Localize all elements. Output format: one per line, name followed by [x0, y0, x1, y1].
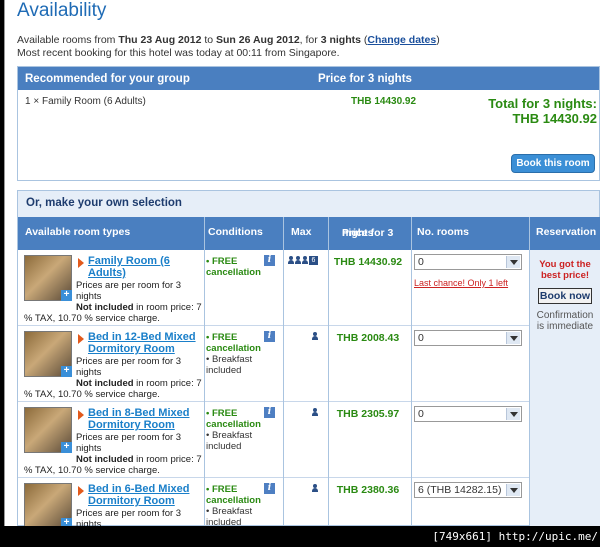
chevron-down-icon — [506, 484, 520, 496]
room-table-header: Available room types Conditions Max Pric… — [18, 217, 600, 250]
max-count-badge: 6 — [309, 256, 318, 265]
chevron-down-icon — [506, 332, 520, 344]
room-price: THB 2305.97 — [336, 408, 400, 420]
room-desc: Prices are per room for 3 nights — [76, 508, 182, 526]
enlarge-icon: + — [61, 290, 72, 301]
person-icon — [312, 408, 318, 416]
expand-arrow-icon[interactable] — [78, 486, 84, 496]
recommended-room: 1 × Family Room (6 Adults) — [25, 96, 146, 107]
enlarge-icon: + — [61, 518, 72, 526]
table-row: + Bed in 6-Bed Mixed Dormitory Room Price… — [18, 478, 600, 526]
room-desc: Prices are per room for 3 nights Not inclu… — [76, 432, 202, 465]
last-chance-note: Last chance! Only 1 left — [414, 278, 509, 288]
header-reservation: Reservation — [536, 226, 597, 238]
nights-count: 3 nights — [320, 34, 361, 46]
room-count-select[interactable]: 0 — [414, 254, 522, 270]
room-desc-tax: % TAX, 10.70 % service charge. — [24, 389, 160, 400]
room-count-select[interactable]: 0 — [414, 406, 522, 422]
room-name-link[interactable]: Family Room (6 Adults) — [88, 255, 198, 279]
column-divider — [529, 217, 530, 526]
reservation-column: You got the best price! Book now Confirma… — [529, 250, 600, 526]
expand-arrow-icon[interactable] — [78, 410, 84, 420]
table-row: + Bed in 12-Bed Mixed Dormitory Room Pric… — [18, 326, 600, 402]
room-count-select[interactable]: 0 — [414, 330, 522, 346]
book-now-button[interactable]: Book now — [538, 288, 592, 304]
recommended-row: 1 × Family Room (6 Adults) THB 14430.92 … — [18, 90, 599, 180]
table-row: + Family Room (6 Adults) Prices are per r… — [18, 250, 600, 326]
room-photo[interactable]: + — [24, 331, 72, 377]
recommended-total: Total for 3 nights: THB 14430.92 — [488, 96, 597, 126]
watermark: [749x661] http://upic.me/ — [432, 530, 598, 543]
max-occupancy: 6 — [288, 256, 318, 266]
person-icon — [312, 484, 318, 492]
browser-content: Availability Available rooms from Thu 23… — [4, 0, 600, 526]
from-date: Thu 23 Aug 2012 — [118, 34, 202, 46]
column-divider — [204, 217, 205, 526]
info-icon[interactable]: i — [264, 407, 275, 418]
best-price-note: You got the best price! — [539, 259, 591, 281]
person-icon — [302, 256, 308, 264]
max-occupancy — [312, 332, 319, 342]
to-date: Sun 26 Aug 2012 — [216, 34, 300, 46]
room-rows: + Family Room (6 Adults) Prices are per r… — [18, 250, 600, 526]
max-occupancy — [312, 484, 319, 494]
person-icon — [312, 332, 318, 340]
recommended-header-label: Recommended for your group — [25, 73, 190, 85]
room-price: THB 2008.43 — [336, 332, 400, 344]
chevron-down-icon — [506, 256, 520, 268]
room-name-link[interactable]: Bed in 8-Bed Mixed Dormitory Room — [88, 407, 198, 431]
room-name-link[interactable]: Bed in 12-Bed Mixed Dormitory Room — [88, 331, 198, 355]
availability-info: Available rooms from Thu 23 Aug 2012 to … — [17, 34, 440, 59]
expand-arrow-icon[interactable] — [78, 334, 84, 344]
room-desc: Prices are per room for 3 nights Not inclu… — [76, 356, 202, 389]
info-icon[interactable]: i — [264, 331, 275, 342]
chevron-down-icon — [506, 408, 520, 420]
header-max: Max — [291, 226, 312, 238]
recommended-header: Recommended for your group Price for 3 n… — [18, 67, 599, 90]
room-photo[interactable]: + — [24, 407, 72, 453]
room-price: THB 14430.92 — [333, 256, 403, 268]
room-desc-tax: % TAX, 10.70 % service charge. — [24, 313, 160, 324]
recent-booking-note: Most recent booking for this hotel was t… — [17, 47, 340, 59]
column-divider — [328, 217, 329, 526]
room-count-select[interactable]: 6 (THB 14282.15) — [414, 482, 522, 498]
info-icon[interactable]: i — [264, 483, 275, 494]
enlarge-icon: + — [61, 366, 72, 377]
header-conditions: Conditions — [208, 226, 263, 238]
room-desc: Prices are per room for 3 nights Not inclu… — [76, 280, 202, 313]
person-icon — [288, 256, 294, 264]
info-icon[interactable]: i — [264, 255, 275, 266]
room-desc-tax: % TAX, 10.70 % service charge. — [24, 465, 160, 476]
recommended-box: Recommended for your group Price for 3 n… — [17, 66, 600, 181]
column-divider — [411, 217, 412, 526]
table-row: + Bed in 8-Bed Mixed Dormitory Room Price… — [18, 402, 600, 478]
recommended-price-header: Price for 3 nights — [318, 73, 412, 85]
column-divider — [283, 217, 284, 526]
room-name-link[interactable]: Bed in 6-Bed Mixed Dormitory Room — [88, 483, 198, 507]
own-selection-title: Or, make your own selection — [18, 191, 599, 217]
own-selection-section: Or, make your own selection Available ro… — [17, 190, 600, 526]
page-title: Availability — [17, 0, 107, 21]
room-photo[interactable]: + — [24, 483, 72, 526]
max-occupancy — [312, 408, 319, 418]
enlarge-icon: + — [61, 442, 72, 453]
header-no-rooms: No. rooms — [417, 226, 469, 238]
change-dates-link[interactable]: Change dates — [367, 34, 436, 46]
expand-arrow-icon[interactable] — [78, 258, 84, 268]
recommended-price: THB 14430.92 — [351, 96, 417, 107]
room-photo[interactable]: + — [24, 255, 72, 301]
book-this-room-button[interactable]: Book this room — [511, 154, 595, 173]
confirmation-note: Confirmation is immediate — [536, 310, 594, 332]
room-price: THB 2380.36 — [336, 484, 400, 496]
person-icon — [295, 256, 301, 264]
header-room-types: Available room types — [25, 226, 131, 238]
